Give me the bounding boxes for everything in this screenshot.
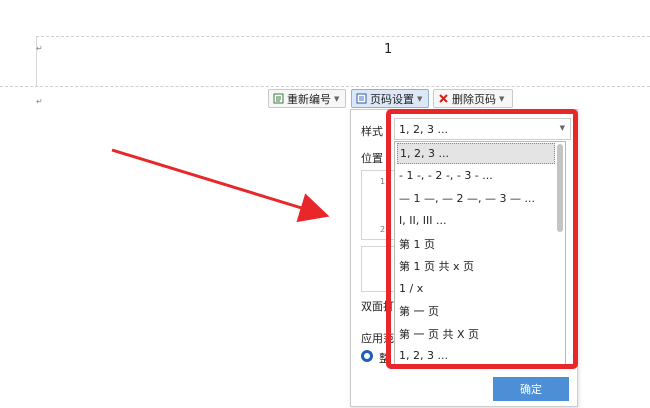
annotation-arrow-icon [111, 148, 330, 223]
